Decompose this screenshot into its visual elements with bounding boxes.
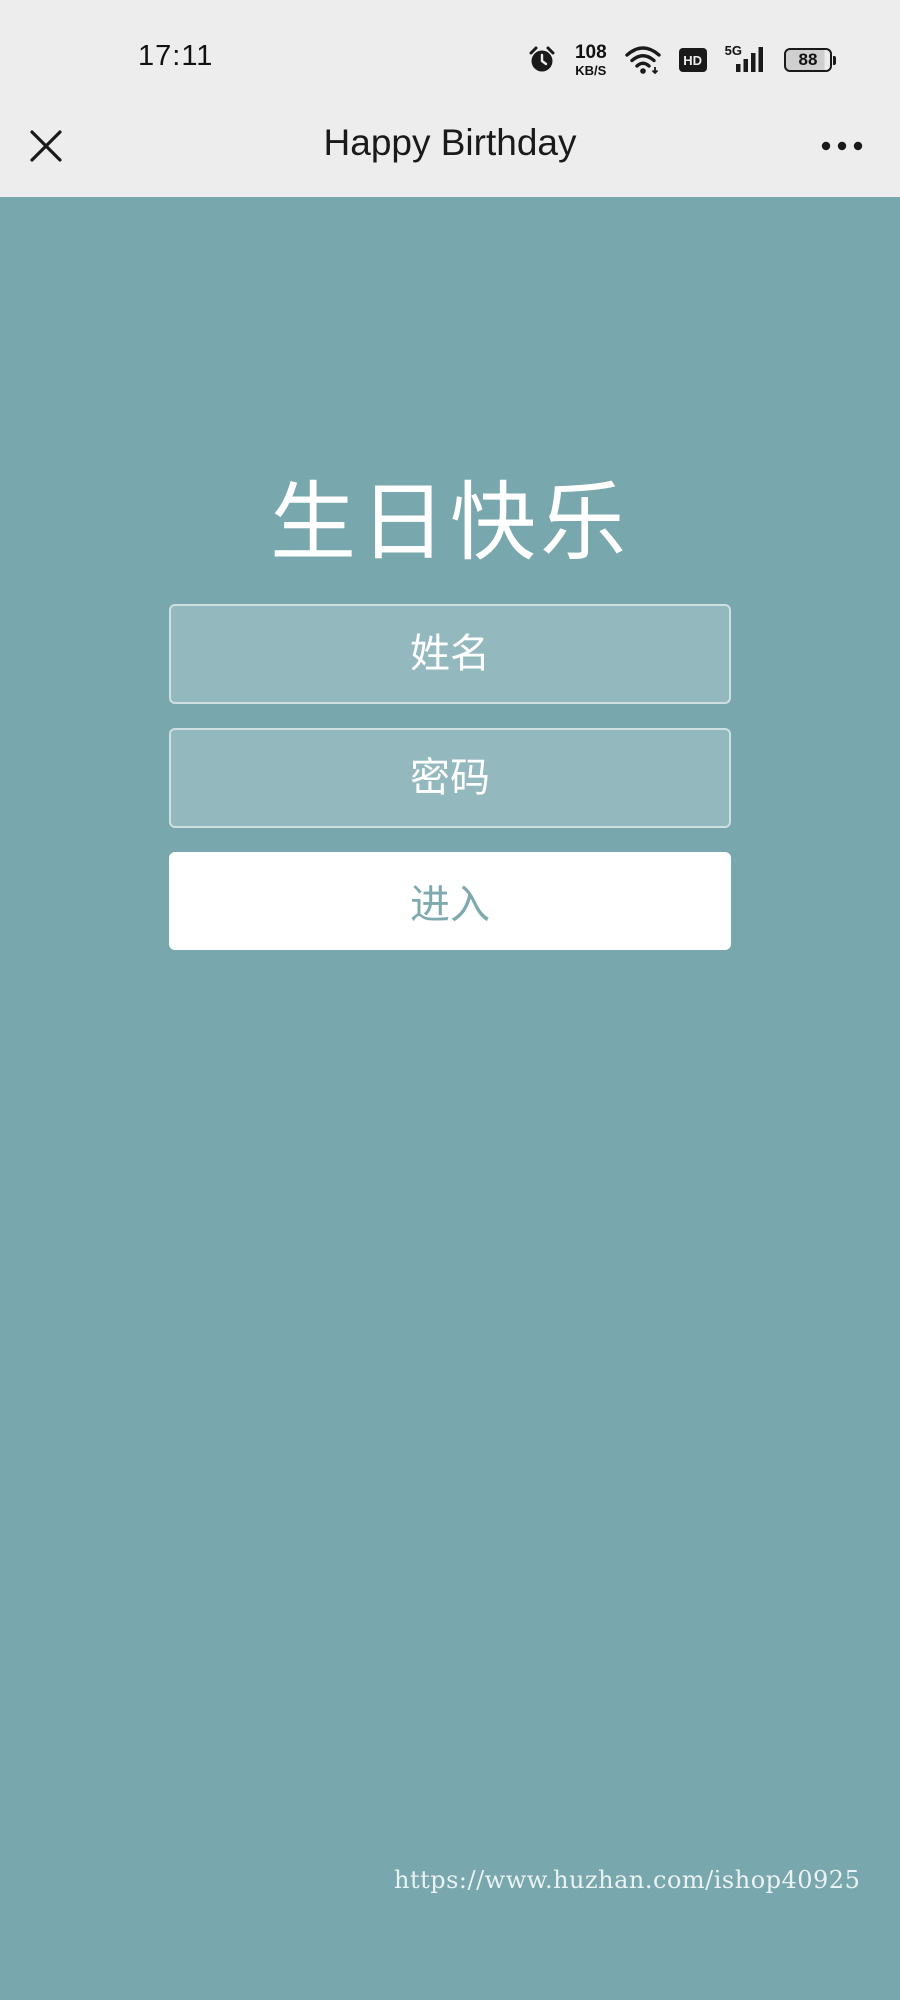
network-speed: 108 KB/S xyxy=(575,43,607,77)
name-input[interactable] xyxy=(169,604,731,704)
network-speed-unit: KB/S xyxy=(575,63,607,78)
password-input[interactable] xyxy=(169,728,731,828)
status-time: 17:11 xyxy=(138,40,214,72)
watermark-text: https://www.huzhan.com/ishop40925 xyxy=(394,1866,861,1894)
hd-badge: HD xyxy=(678,48,707,72)
network-speed-value: 108 xyxy=(574,42,607,63)
wifi-icon xyxy=(624,45,661,75)
alarm-icon xyxy=(527,45,557,75)
page-heading: 生日快乐 xyxy=(270,473,630,573)
more-button[interactable] xyxy=(814,122,870,170)
status-icons: 108 KB/S HD 5G 88 xyxy=(527,40,836,80)
battery-icon: 88 xyxy=(784,48,836,72)
signal-icon: 5G xyxy=(724,42,766,74)
more-icon xyxy=(821,141,863,151)
status-bar: 17:11 108 KB/S HD 5G 88 xyxy=(0,0,900,100)
battery-level: 88 xyxy=(798,50,818,69)
network-gen-label: 5G xyxy=(724,42,742,58)
title-bar: Happy Birthday xyxy=(0,100,900,197)
page-title: Happy Birthday xyxy=(323,122,577,163)
enter-button[interactable]: 进入 xyxy=(169,852,731,950)
